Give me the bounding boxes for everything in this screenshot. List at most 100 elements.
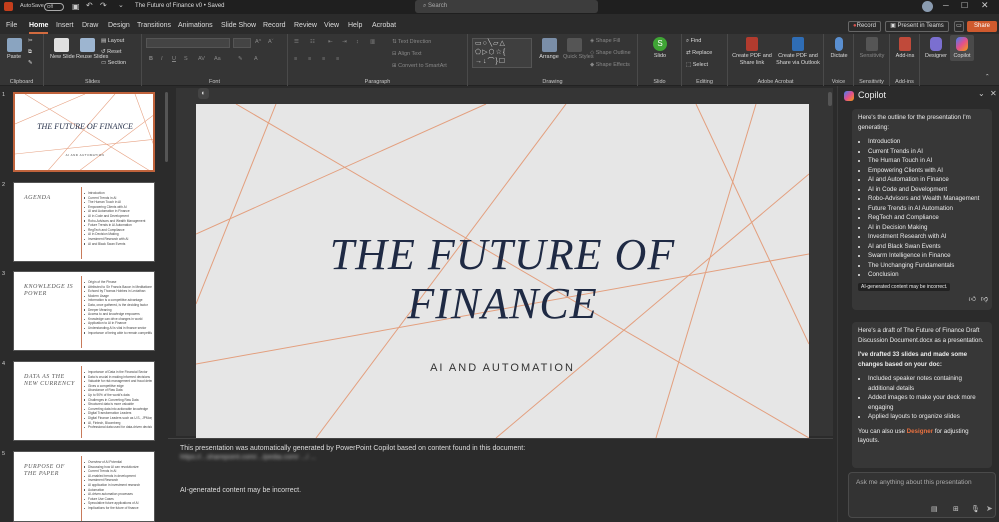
slide[interactable]: THE FUTURE OF FINANCE AI AND AUTOMATION	[196, 104, 809, 438]
document-title[interactable]: The Future of Finance v0 • Saved	[135, 3, 225, 9]
align-right-icon[interactable]: ≡	[322, 56, 325, 62]
text-direction-button[interactable]: ⇅ Text Direction	[392, 39, 431, 45]
designer-link[interactable]: Designer	[907, 428, 933, 435]
section-button[interactable]: ▭ Section	[101, 60, 126, 66]
underline-icon[interactable]: U	[172, 56, 176, 62]
speaker-notes[interactable]: This presentation was automatically gene…	[168, 438, 833, 522]
collapse-pane-icon[interactable]: ⌄	[978, 89, 985, 98]
microphone-icon[interactable]: 🎙︎	[971, 505, 980, 513]
tab-animations[interactable]: Animations	[178, 22, 213, 29]
canvas-scrollbar[interactable]	[828, 92, 832, 106]
justify-icon[interactable]: ≡	[336, 56, 339, 62]
font-size-dropdown[interactable]	[233, 38, 251, 48]
addins-button[interactable]: Add-ins	[892, 37, 918, 60]
line-spacing-icon[interactable]: ↕	[356, 39, 359, 45]
convert-smartart-button[interactable]: ⊞ Convert to SmartArt	[392, 63, 447, 69]
copilot-canvas-icon[interactable]: ◐	[198, 88, 209, 99]
record-button[interactable]: ●Record	[848, 21, 881, 32]
new-slide-button[interactable]: New Slide	[50, 38, 75, 61]
increase-indent-icon[interactable]: ⇥	[342, 39, 347, 45]
present-in-teams-button[interactable]: ▣ Present in Teams	[885, 21, 949, 32]
cut-icon[interactable]: ✂	[28, 38, 33, 44]
slide-title[interactable]: THE FUTURE OF FINANCE	[296, 230, 709, 328]
thumbs-down-icon[interactable]: 👎︎	[981, 295, 988, 305]
tab-design[interactable]: Design	[108, 22, 130, 29]
sensitivity-button[interactable]: Sensitivity	[856, 37, 888, 60]
prompt-guide-icon[interactable]: ⊞	[953, 505, 959, 513]
shapes-gallery[interactable]: ▭○╲▱△ ⬠▷⬡☆{→↓⌒}☐	[472, 38, 532, 68]
shape-outline-button[interactable]: ◇ Shape Outline	[590, 50, 631, 56]
bullets-icon[interactable]: ☰	[294, 39, 299, 45]
select-button[interactable]: ⬚ Select	[686, 62, 708, 68]
copy-icon[interactable]: ⧉	[28, 49, 32, 56]
collapse-ribbon-icon[interactable]: ⌃	[985, 74, 990, 80]
numbering-icon[interactable]: ☷	[310, 39, 315, 45]
font-color-icon[interactable]: A	[254, 56, 258, 62]
highlight-icon[interactable]: ✎	[238, 56, 243, 62]
close-pane-icon[interactable]: ✕	[990, 89, 997, 98]
increase-font-icon[interactable]: A^	[255, 39, 261, 45]
slido-button[interactable]: S Slido	[648, 37, 672, 60]
autosave-toggle[interactable]: Off	[44, 3, 64, 11]
slide-thumbnail-1[interactable]: THE FUTURE OF FINANCE AI AND AUTOMATION	[13, 92, 155, 172]
tab-acrobat[interactable]: Acrobat	[372, 22, 396, 29]
align-center-icon[interactable]: ≡	[308, 56, 311, 62]
save-icon[interactable]: ▣	[72, 2, 80, 11]
shape-fill-button[interactable]: ◈ Shape Fill	[590, 38, 620, 44]
dictate-button[interactable]: Dictate	[826, 37, 852, 60]
shape-effects-button[interactable]: ◆ Shape Effects	[590, 62, 630, 68]
search-input[interactable]: ⌕ Search	[415, 0, 598, 13]
decrease-indent-icon[interactable]: ⇤	[328, 39, 333, 45]
attach-icon[interactable]: ▤	[931, 505, 938, 513]
tab-record[interactable]: Record	[263, 22, 286, 29]
font-name-dropdown[interactable]	[146, 38, 230, 48]
thumbs-up-icon[interactable]: 👍︎	[969, 295, 976, 305]
avatar[interactable]	[922, 1, 933, 12]
send-icon[interactable]: ➤	[986, 504, 993, 513]
slide-thumbnail-5[interactable]: PURPOSE OF THE PAPER Overview of AI Pote…	[13, 451, 155, 522]
tab-help[interactable]: Help	[348, 22, 362, 29]
paste-button[interactable]: Paste	[4, 38, 24, 61]
tab-file[interactable]: File	[6, 22, 17, 29]
create-pdf-share-link-button[interactable]: Create PDF and Share link	[732, 37, 772, 67]
undo-icon[interactable]: ↶	[86, 1, 93, 10]
tab-view[interactable]: View	[324, 22, 339, 29]
tab-slide-show[interactable]: Slide Show	[221, 22, 256, 29]
layout-button[interactable]: ▤ Layout	[101, 38, 124, 44]
maximize-icon[interactable]: ☐	[961, 1, 968, 10]
slide-thumbnail-4[interactable]: DATA AS THE NEW CURRENCY Importance of D…	[13, 361, 155, 441]
tab-review[interactable]: Review	[294, 22, 317, 29]
columns-icon[interactable]: ▥	[370, 39, 375, 45]
slide-thumbnail-3[interactable]: KNOWLEDGE IS POWER Origin of the Phrase A…	[13, 271, 155, 351]
align-text-button[interactable]: ⊟ Align Text	[392, 51, 422, 57]
italic-icon[interactable]: I	[161, 56, 163, 62]
slide-thumbnail-2[interactable]: AGENDA Introduction Current Trends in AI T…	[13, 182, 155, 262]
tab-home[interactable]: Home	[29, 22, 48, 29]
reuse-slides-button[interactable]: Reuse Slides	[76, 38, 108, 61]
customize-toolbar-icon[interactable]: ⌄	[118, 1, 124, 9]
reset-button[interactable]: ↺ Reset	[101, 49, 122, 55]
copilot-input[interactable]: Ask me anything about this presentation …	[848, 472, 996, 518]
slide-subtitle[interactable]: AI AND AUTOMATION	[296, 362, 709, 374]
designer-button[interactable]: Designer	[922, 37, 950, 60]
redo-icon[interactable]: ↷	[100, 1, 107, 10]
thumbnail-scrollbar[interactable]	[165, 92, 168, 162]
minimize-icon[interactable]: ─	[943, 1, 949, 10]
arrange-button[interactable]: Arrange	[538, 38, 560, 61]
char-spacing-icon[interactable]: AV	[198, 56, 205, 62]
align-left-icon[interactable]: ≡	[294, 56, 297, 62]
comments-icon[interactable]: ▭	[954, 21, 964, 32]
find-button[interactable]: ⌕ Find	[686, 38, 701, 45]
format-painter-icon[interactable]: ✎	[28, 60, 33, 66]
copilot-button[interactable]: Copilot	[950, 35, 974, 61]
strikethrough-icon[interactable]: S	[184, 56, 188, 62]
replace-button[interactable]: ⇄ Replace	[686, 50, 712, 56]
tab-insert[interactable]: Insert	[56, 22, 74, 29]
change-case-icon[interactable]: Aa	[214, 56, 221, 62]
share-button[interactable]: Share	[967, 21, 997, 32]
bold-icon[interactable]: B	[149, 56, 153, 62]
quick-styles-button[interactable]: Quick Styles	[563, 38, 594, 61]
tab-transitions[interactable]: Transitions	[137, 22, 171, 29]
decrease-font-icon[interactable]: Aˇ	[268, 39, 274, 45]
tab-draw[interactable]: Draw	[82, 22, 98, 29]
